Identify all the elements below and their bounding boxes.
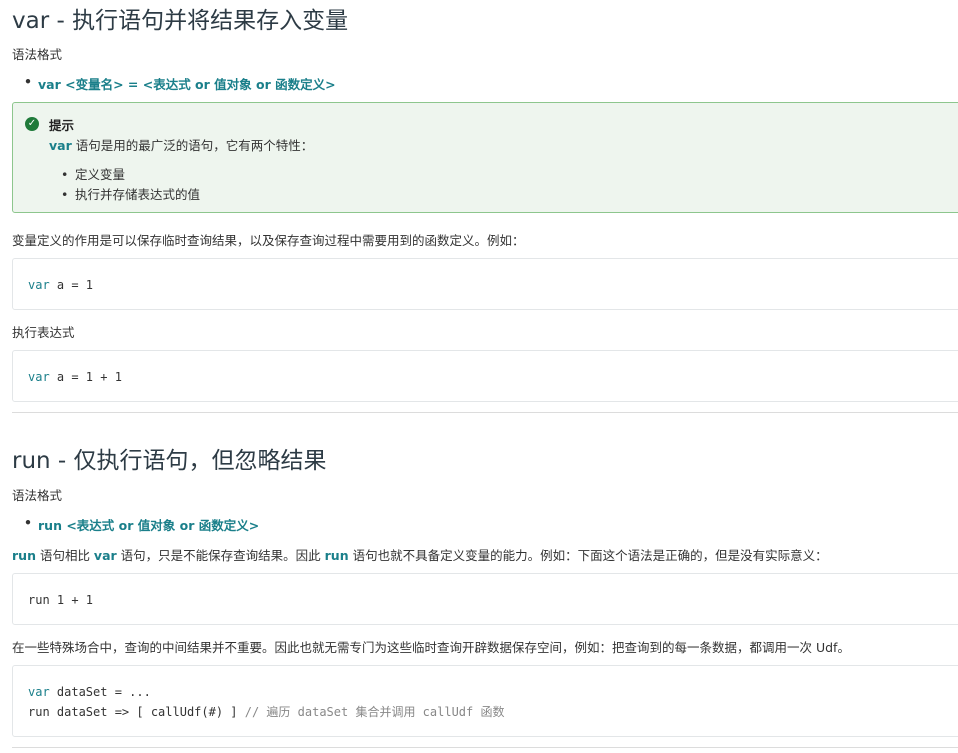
var-syntax-keyword: var [38,77,61,92]
code-line: run 1 + 1 [28,593,94,607]
tip-title: 提示 [49,118,75,133]
code-line: var a = 1 + 1 [28,367,958,387]
run-paragraph-2: 在一些特殊场合中，查询的中间结果并不重要。因此也就无需专门为这些临时查询开辟数据… [12,640,850,655]
code-text: run dataSet => [ callUdf(#) ] [28,705,245,719]
code-keyword: var [28,278,50,292]
var-syntax-label: 语法格式 [12,47,63,62]
var-section-title: var - 执行语句并将结果存入变量 [12,8,349,34]
code-line: var a = 1 [28,275,958,295]
code-block: var a = 1 [12,258,958,310]
tip-keyword: var [49,138,72,153]
var-syntax-rest: <变量名> = <表达式 or 值对象 or 函数定义> [60,77,336,92]
run-syntax-label: 语法格式 [12,488,63,503]
run-syntax-rest: <表达式 or 值对象 or 函数定义> [61,518,260,533]
code-text: a = 1 + 1 [49,370,122,384]
inline-keyword: var [93,548,117,563]
code-text: dataSet = ... [49,685,151,699]
inline-keyword: run [324,548,349,563]
section-divider [12,412,958,413]
para-text: 语句相比 [35,548,94,563]
var-paragraph-2: 执行表达式 [12,325,75,340]
var-paragraph-1: 变量定义的作用是可以保存临时查询结果，以及保存查询过程中需要用到的函数定义。例如… [12,233,525,248]
code-line: run dataSet => [ callUdf(#) ] // 遍历 data… [28,702,958,722]
tip-list: 定义变量 执行并存储表达式的值 [61,165,200,205]
run-paragraph-1: run 语句相比 var 语句，只是不能保存查询结果。因此 run 语句也就不具… [12,545,828,564]
run-syntax-keyword: run [38,518,62,533]
para-text: 语句，只是不能保存查询结果。因此 [116,548,325,563]
tip-list-item: 执行并存储表达式的值 [61,185,200,205]
code-block: var a = 1 + 1 [12,350,958,402]
para-text: 语句也就不具备定义变量的能力。例如：下面这个语法是正确的，但是没有实际意义： [348,548,828,563]
tip-desc-text: 语句是用的最广泛的语句，它有两个特性： [71,138,314,153]
check-circle-icon: ✓ [25,117,39,131]
tip-list-item: 定义变量 [61,165,200,185]
code-keyword: var [28,685,50,699]
tip-box: ✓ 提示 var 语句是用的最广泛的语句，它有两个特性： 定义变量 执行并存储表… [12,102,958,213]
var-syntax-item: var <变量名> = <表达式 or 值对象 or 函数定义> [24,74,336,93]
code-block: var dataSet = ... run dataSet => [ callU… [12,665,958,737]
code-keyword: var [28,370,50,384]
code-line: var dataSet = ... [28,682,958,702]
tip-description: var 语句是用的最广泛的语句，它有两个特性： [49,135,313,154]
run-syntax-item: run <表达式 or 值对象 or 函数定义> [24,515,260,534]
code-text: a = 1 [49,278,94,292]
inline-keyword: run [12,548,36,563]
run-section-title: run - 仅执行语句，但忽略结果 [12,448,327,474]
code-comment: // 遍历 dataSet 集合并调用 callUdf 函数 [244,705,505,719]
code-block: run 1 + 1 [12,573,958,625]
doc-page: var - 执行语句并将结果存入变量 语法格式 var <变量名> = <表达式… [0,0,958,753]
section-divider [12,747,958,748]
